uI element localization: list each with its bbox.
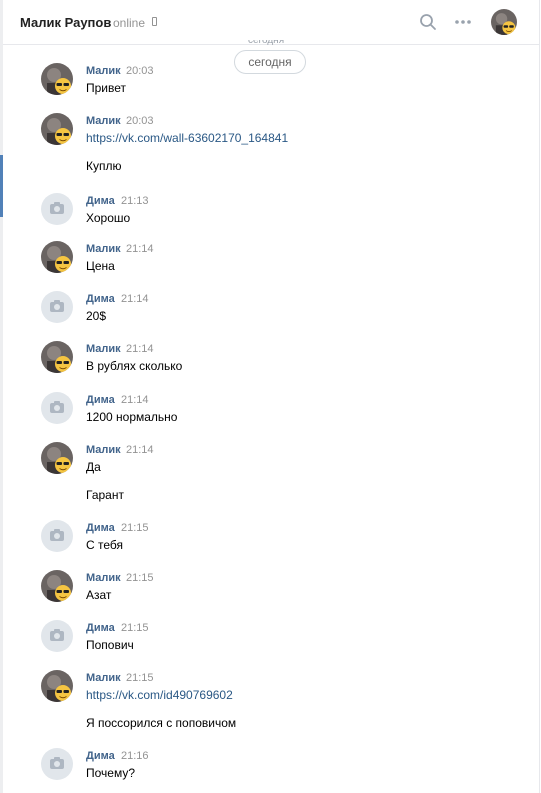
message-time[interactable]: 21:14	[126, 243, 154, 255]
date-ghost-label: сегодня	[248, 40, 285, 46]
avatar-photo-icon	[41, 442, 73, 474]
avatar-malik[interactable]	[41, 241, 73, 273]
avatar-dima[interactable]	[41, 620, 73, 652]
message-author[interactable]: Малик	[86, 115, 121, 127]
online-status: online	[113, 16, 146, 30]
avatar-photo-icon	[41, 670, 73, 702]
message-text: Цена	[86, 259, 115, 273]
message-author[interactable]: Малик	[86, 65, 121, 77]
message-time[interactable]: 21:14	[121, 394, 149, 406]
chat-panel: Малик Раупов online сегодня сегодня Мали…	[3, 0, 540, 793]
avatar-photo-icon	[41, 113, 73, 145]
header-avatar[interactable]	[491, 9, 517, 35]
message-time[interactable]: 21:13	[121, 195, 149, 207]
message-time[interactable]: 20:03	[126, 115, 154, 127]
avatar-malik[interactable]	[41, 341, 73, 373]
message-text: Я поссорился с поповичом	[86, 716, 237, 730]
message-text: Попович	[86, 638, 134, 652]
message-text: Азат	[86, 588, 112, 602]
avatar-malik[interactable]	[41, 113, 73, 145]
message-text: 1200 нормально	[86, 410, 178, 424]
message-author[interactable]: Дима	[86, 622, 115, 634]
avatar-malik[interactable]	[41, 63, 73, 95]
message-time[interactable]: 21:16	[121, 750, 149, 762]
camera-icon	[50, 202, 64, 214]
message-author[interactable]: Дима	[86, 750, 115, 762]
avatar-dima[interactable]	[41, 392, 73, 424]
message-text: С тебя	[86, 538, 124, 552]
message-author[interactable]: Дима	[86, 195, 115, 207]
message-link[interactable]: https://vk.com/id490769602	[86, 688, 233, 702]
message-text: Куплю	[86, 159, 122, 173]
camera-icon	[50, 401, 64, 413]
message-text: Привет	[86, 81, 127, 95]
message-text: 20$	[86, 309, 107, 323]
message-text: Гарант	[86, 488, 124, 502]
mobile-icon	[152, 17, 157, 26]
avatar-dima[interactable]	[41, 748, 73, 780]
message-text: Да	[86, 460, 101, 474]
message-author[interactable]: Дима	[86, 522, 115, 534]
message-link[interactable]: https://vk.com/wall-63602170_164841	[86, 131, 288, 145]
message-time[interactable]: 21:15	[121, 522, 149, 534]
search-icon[interactable]	[419, 13, 437, 31]
avatar-malik[interactable]	[41, 442, 73, 474]
chat-header: Малик Раупов online	[3, 0, 539, 45]
avatar-dima[interactable]	[41, 193, 73, 225]
date-separator: сегодня	[234, 50, 306, 74]
avatar-photo-icon	[491, 9, 517, 35]
message-author[interactable]: Малик	[86, 444, 121, 456]
avatar-dima[interactable]	[41, 291, 73, 323]
message-author[interactable]: Малик	[86, 243, 121, 255]
avatar-photo-icon	[41, 63, 73, 95]
message-time[interactable]: 21:14	[126, 444, 154, 456]
message-author[interactable]: Малик	[86, 572, 121, 584]
avatar-dima[interactable]	[41, 520, 73, 552]
message-text: Хорошо	[86, 211, 131, 225]
avatar-photo-icon	[41, 241, 73, 273]
message-time[interactable]: 21:15	[121, 622, 149, 634]
message-author[interactable]: Дима	[86, 394, 115, 406]
camera-icon	[50, 529, 64, 541]
avatar-photo-icon	[41, 570, 73, 602]
message-author[interactable]: Малик	[86, 343, 121, 355]
camera-icon	[50, 629, 64, 641]
message-time[interactable]: 21:14	[121, 293, 149, 305]
camera-icon	[50, 300, 64, 312]
message-author[interactable]: Дима	[86, 293, 115, 305]
avatar-photo-icon	[41, 341, 73, 373]
camera-icon	[50, 757, 64, 769]
avatar-malik[interactable]	[41, 570, 73, 602]
message-author[interactable]: Малик	[86, 672, 121, 684]
chat-title[interactable]: Малик Раупов	[20, 15, 111, 30]
message-time[interactable]: 21:14	[126, 343, 154, 355]
more-icon[interactable]	[453, 13, 473, 31]
message-text: Почему?	[86, 766, 136, 780]
message-time[interactable]: 20:03	[126, 65, 154, 77]
message-time[interactable]: 21:15	[126, 572, 154, 584]
message-time[interactable]: 21:15	[126, 672, 154, 684]
message-text: В рублях сколько	[86, 359, 183, 373]
avatar-malik[interactable]	[41, 670, 73, 702]
